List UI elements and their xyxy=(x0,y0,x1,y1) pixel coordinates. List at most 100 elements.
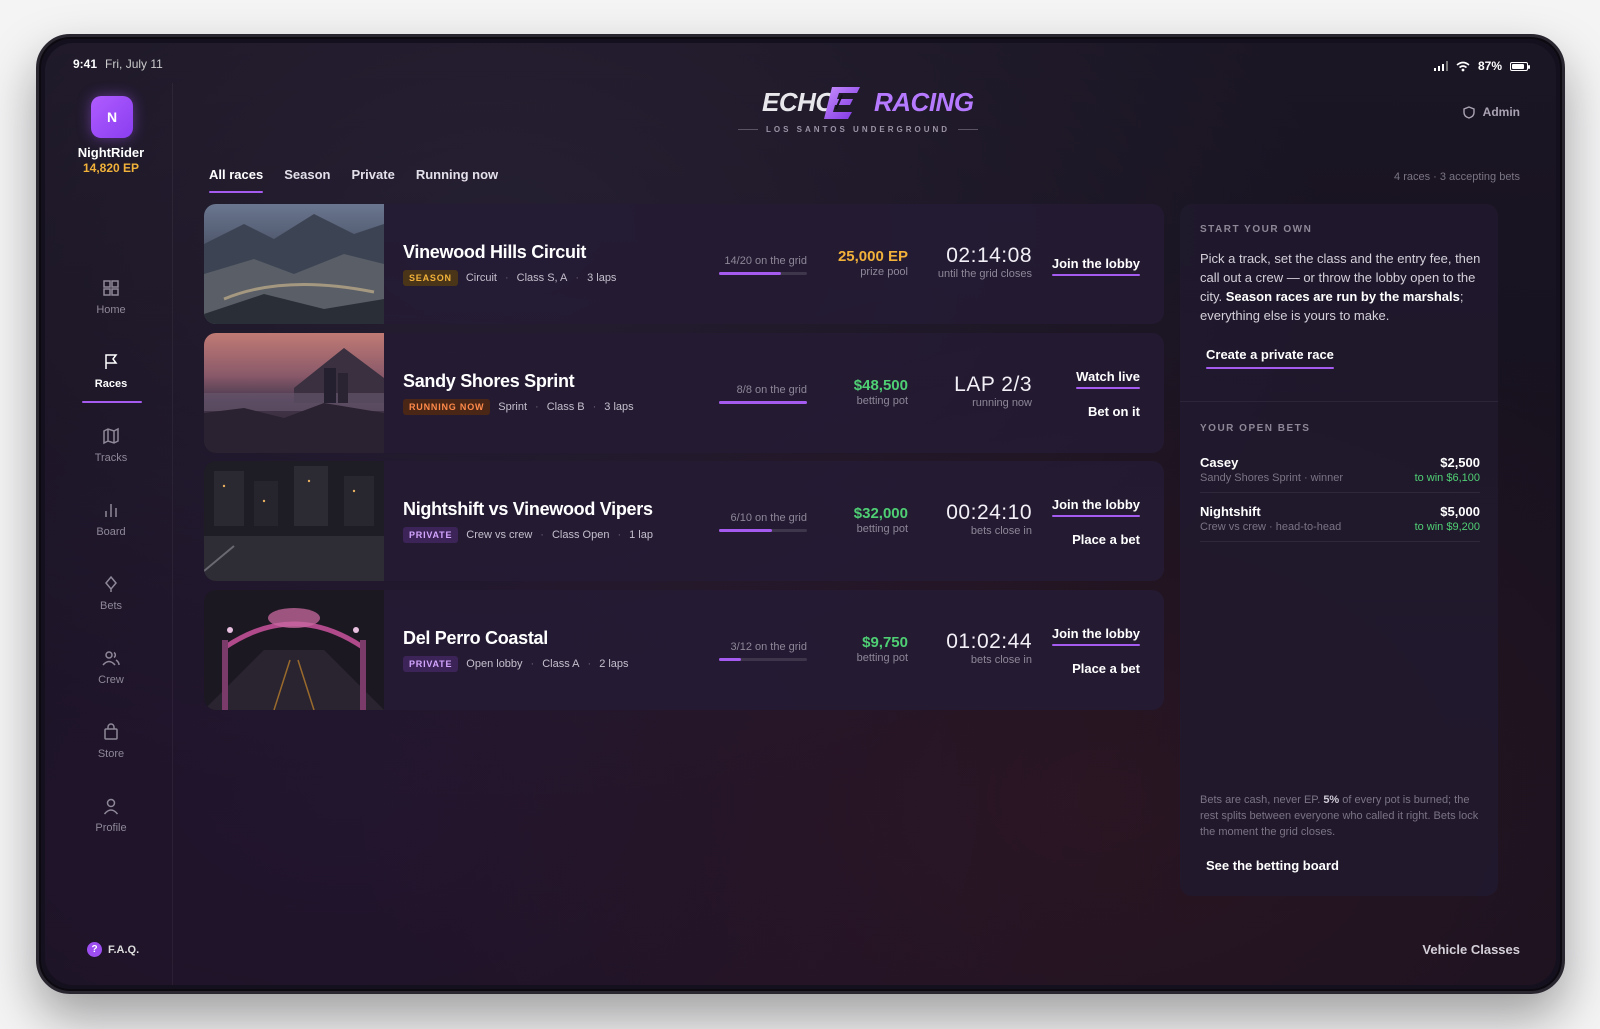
bet-payout: to win $9,200 xyxy=(1414,521,1480,533)
bet-button[interactable]: Bet on it xyxy=(1076,404,1140,424)
logo-text-right: RACING xyxy=(874,87,974,117)
join-lobby-button[interactable]: Join the lobby xyxy=(1051,626,1141,646)
admin-link[interactable]: Admin xyxy=(1462,105,1520,119)
sidebar-item-label: Races xyxy=(94,378,128,390)
race-type: Sprint xyxy=(498,400,528,413)
side-panel: START YOUR OWN Pick a track, set the cla… xyxy=(1180,204,1498,896)
tab-all-races[interactable]: All races xyxy=(209,167,264,193)
sidebar-item-profile[interactable]: Profile xyxy=(45,789,177,863)
vehicle-classes-link[interactable]: Vehicle Classes xyxy=(1422,942,1520,957)
status-time: 9:41 xyxy=(73,57,98,71)
lap-counter: LAP 2/3 xyxy=(954,372,1032,396)
race-thumbnail xyxy=(204,589,384,710)
race-class: Class Open xyxy=(551,529,610,541)
app-screen: 9:41 Fri, July 11 87% N NightRider 14,820… xyxy=(45,43,1556,985)
bet-amount: $2,500 xyxy=(1440,455,1480,470)
create-private-race-button[interactable]: Create a private race xyxy=(1206,347,1334,369)
watch-live-button[interactable]: Watch live xyxy=(1076,369,1140,389)
status-badge: RUNNING NOW xyxy=(403,398,491,415)
sidebar-item-label: Bets xyxy=(99,600,122,612)
status-badge: PRIVATE xyxy=(403,655,459,672)
grid-count: 3/12 on the grid xyxy=(730,640,807,653)
faq-link[interactable]: ? F.A.Q. xyxy=(87,942,139,957)
race-list: Vinewood Hills Circuit SEASON Circuit · C… xyxy=(204,204,1164,718)
sidebar-item-tracks[interactable]: Tracks xyxy=(45,419,177,493)
person-icon xyxy=(103,798,119,815)
sidebar-item-label: Tracks xyxy=(94,452,128,464)
sidebar-item-store[interactable]: Store xyxy=(45,715,177,789)
bar-chart-icon xyxy=(105,504,117,517)
sidebar: N NightRider 14,820 EP Home Races Tracks xyxy=(45,83,173,985)
pot-block: 25,000 EP prize pool xyxy=(816,248,908,278)
bet-row[interactable]: Casey Sandy Shores Sprint · winner $2,50… xyxy=(1200,455,1480,493)
race-title: Sandy Shores Sprint xyxy=(403,370,575,391)
faq-label: F.A.Q. xyxy=(108,943,140,956)
pot-label: prize pool xyxy=(860,266,908,278)
diamond-icon xyxy=(105,575,117,592)
sidebar-item-crew[interactable]: Crew xyxy=(45,641,177,715)
battery-percent: 87% xyxy=(1477,59,1502,73)
admin-label: Admin xyxy=(1482,105,1520,119)
race-thumbnail xyxy=(204,332,384,453)
race-card[interactable]: Nightshift vs Vinewood Vipers PRIVATE Cr… xyxy=(204,461,1164,581)
avatar[interactable]: N xyxy=(91,96,133,138)
battery-icon xyxy=(1510,61,1530,71)
sidebar-item-label: Store xyxy=(97,748,125,760)
place-bet-button[interactable]: Place a bet xyxy=(1052,532,1140,552)
race-card[interactable]: Vinewood Hills Circuit SEASON Circuit · C… xyxy=(204,204,1164,324)
status-badge: PRIVATE xyxy=(403,527,459,543)
flag-icon xyxy=(105,354,118,369)
sidebar-item-home[interactable]: Home xyxy=(45,271,177,345)
join-lobby-button[interactable]: Join the lobby xyxy=(1051,497,1141,517)
timer-value: 02:14:08 xyxy=(946,244,1032,267)
pot-value: $48,500 xyxy=(853,376,908,394)
status-badge: SEASON xyxy=(403,270,458,286)
sidebar-item-label: Home xyxy=(96,304,126,316)
race-laps: 3 laps xyxy=(587,272,617,284)
race-class: Class S, A xyxy=(516,272,568,284)
tablet-frame: 9:41 Fri, July 11 87% N NightRider 14,820… xyxy=(36,34,1565,994)
timer-label: bets close in xyxy=(970,525,1032,537)
race-card[interactable]: Del Perro Coastal PRIVATE Open lobby · Cl… xyxy=(204,589,1164,710)
grid-progress-bar xyxy=(719,657,807,661)
race-card[interactable]: Sandy Shores Sprint RUNNING NOW Sprint · … xyxy=(204,332,1164,453)
sidebar-item-bets[interactable]: Bets xyxy=(45,567,177,641)
timer-value: 01:02:44 xyxy=(946,629,1032,653)
betting-board-link[interactable]: See the betting board xyxy=(1206,858,1339,873)
race-tags: PRIVATE Crew vs crew · Class Open · 1 lap xyxy=(403,527,653,543)
timer-label: until the grid closes xyxy=(937,268,1032,280)
sidebar-item-label: Board xyxy=(96,526,126,538)
pot-value: $9,750 xyxy=(862,633,908,651)
race-count-summary: 4 races · 3 accepting bets xyxy=(1394,171,1520,183)
race-actions: Join the lobby Place a bet xyxy=(1051,626,1141,696)
timer-block: 02:14:08 until the grid closes xyxy=(916,244,1032,280)
tab-running-now[interactable]: Running now xyxy=(416,167,498,193)
race-title: Nightshift vs Vinewood Vipers xyxy=(403,499,653,519)
join-lobby-button[interactable]: Join the lobby xyxy=(1051,256,1141,276)
pot-block: $48,500 betting pot xyxy=(816,377,908,407)
place-bet-button[interactable]: Place a bet xyxy=(1052,661,1140,681)
bet-row[interactable]: Nightshift Crew vs crew · head-to-head $… xyxy=(1200,504,1480,542)
timer-block: LAP 2/3 running now xyxy=(916,373,1032,409)
sidebar-item-board[interactable]: Board xyxy=(45,493,177,567)
race-actions: Join the lobby Place a bet xyxy=(1051,497,1141,567)
race-laps: 3 laps xyxy=(604,400,634,413)
logo-subtitle: LOS SANTOS UNDERGROUND xyxy=(738,125,978,134)
grid-count: 6/10 on the grid xyxy=(730,512,807,524)
race-title: Vinewood Hills Circuit xyxy=(403,242,587,262)
start-own-description: Pick a track, set the class and the entr… xyxy=(1200,251,1481,323)
active-indicator xyxy=(82,401,142,403)
sidebar-item-races[interactable]: Races xyxy=(45,345,177,419)
race-actions: Join the lobby xyxy=(1051,240,1141,291)
bet-pick: Casey xyxy=(1200,455,1239,470)
tab-season[interactable]: Season xyxy=(284,167,330,193)
race-tags: RUNNING NOW Sprint · Class B · 3 laps xyxy=(403,398,634,415)
pot-value: 25,000 EP xyxy=(837,248,908,265)
tab-private[interactable]: Private xyxy=(351,167,394,193)
race-thumbnail xyxy=(204,461,384,581)
race-type: Crew vs crew xyxy=(466,529,533,541)
race-tags: SEASON Circuit · Class S, A · 3 laps xyxy=(403,270,616,286)
grid-count: 14/20 on the grid xyxy=(724,255,807,267)
divider xyxy=(1180,401,1498,402)
status-bar: 9:41 Fri, July 11 87% xyxy=(73,57,1530,75)
